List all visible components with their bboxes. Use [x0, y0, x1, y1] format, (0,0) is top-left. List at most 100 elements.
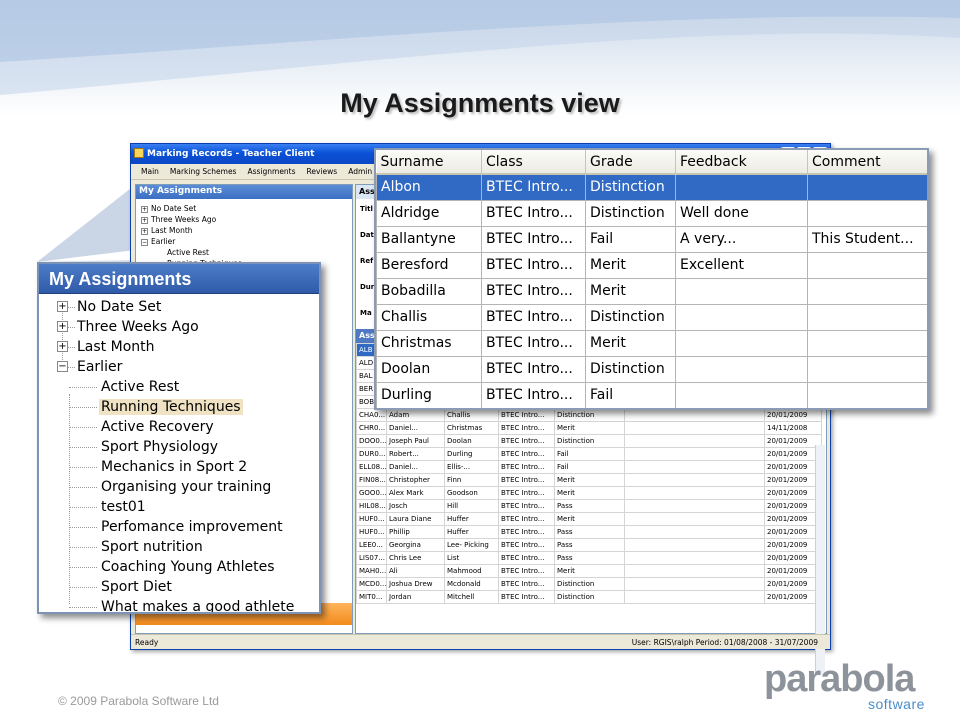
app-icon: [134, 148, 144, 158]
table-cell: Christmas: [444, 421, 499, 435]
status-bar: Ready User: RGIS\ralph Period: 01/08/200…: [131, 634, 830, 649]
tree-node[interactable]: + Last Month: [141, 225, 352, 236]
table-cell: Huffer: [444, 512, 499, 526]
tree-node-label: Earlier: [77, 359, 123, 375]
table-cell: Christopher: [386, 473, 445, 487]
tree-leaf-item[interactable]: Organising your training: [39, 477, 319, 497]
table-row[interactable]: HIL08... Josch Hill BTEC Intro... Pass 20/01/…: [356, 499, 822, 513]
table-cell: Distinction: [554, 434, 625, 448]
table-row[interactable]: LEE0... Georgina Lee- Picking BTEC Intro...…: [356, 538, 822, 552]
table-cell: BTEC Intro...: [498, 551, 555, 565]
grid-row[interactable]: Durling BTEC Intro... Fail: [376, 381, 927, 408]
table-cell: LIS07...: [356, 551, 387, 565]
tree-leaf-item[interactable]: Perfomance improvement: [39, 517, 319, 537]
table-cell: [624, 525, 765, 539]
menu-marking-schemes[interactable]: Marking Schemes: [170, 167, 237, 179]
grid-cell: [807, 199, 927, 227]
table-row[interactable]: DUR0... Robert... Durling BTEC Intro... Fail…: [356, 447, 822, 461]
table-cell: ELL08...: [356, 460, 387, 474]
tree-leaf-label: Organising your training: [101, 479, 272, 495]
grid-row[interactable]: Bobadilla BTEC Intro... Merit: [376, 277, 927, 305]
grid-cell: [675, 173, 808, 201]
menu-assignments[interactable]: Assignments: [247, 167, 295, 179]
expand-icon[interactable]: +: [57, 341, 68, 352]
table-cell: Merit: [554, 512, 625, 526]
tree-node-last-month[interactable]: + Last Month: [39, 337, 319, 357]
table-cell: Hill: [444, 499, 499, 513]
grid-row[interactable]: Challis BTEC Intro... Distinction: [376, 303, 927, 331]
tree-node[interactable]: + No Date Set: [141, 203, 352, 214]
table-cell: FIN08...: [356, 473, 387, 487]
menu-main[interactable]: Main: [141, 167, 159, 179]
table-cell: Daniel...: [386, 460, 445, 474]
table-cell: CHA0...: [356, 408, 387, 422]
tree-leaf[interactable]: Active Rest: [141, 247, 352, 258]
tree-leaf-item[interactable]: Sport Physiology: [39, 437, 319, 457]
tree-leaf-item[interactable]: What makes a good athlete: [39, 597, 319, 612]
table-cell: BTEC Intro...: [498, 460, 555, 474]
grid-cell: Challis: [376, 303, 482, 331]
grid-cell: Distinction: [585, 199, 676, 227]
grid-cell: BTEC Intro...: [481, 199, 586, 227]
table-row[interactable]: FIN08... Christopher Finn BTEC Intro... Meri…: [356, 473, 822, 487]
tree-leaf-item[interactable]: Active Recovery: [39, 417, 319, 437]
collapse-icon[interactable]: −: [141, 239, 148, 246]
table-cell: 20/01/2009: [764, 486, 822, 500]
grid-row[interactable]: Beresford BTEC Intro... Merit Excellent: [376, 251, 927, 279]
grid-row[interactable]: Doolan BTEC Intro... Distinction: [376, 355, 927, 383]
tree-leaf-item[interactable]: test01: [39, 497, 319, 517]
expand-icon[interactable]: +: [141, 217, 148, 224]
column-header-feedback[interactable]: Feedback: [675, 150, 808, 175]
grid-row[interactable]: Ballantyne BTEC Intro... Fail A very... This…: [376, 225, 927, 253]
table-row[interactable]: CHR0... Daniel... Christmas BTEC Intro... Me…: [356, 421, 822, 435]
menu-reviews[interactable]: Reviews: [307, 167, 338, 179]
table-row[interactable]: ELL08... Daniel... Ellis-... BTEC Intro... F…: [356, 460, 822, 474]
expand-icon[interactable]: +: [57, 321, 68, 332]
column-header-comment[interactable]: Comment: [807, 150, 927, 175]
window-title: Marking Records - Teacher Client: [147, 149, 315, 159]
table-cell: Goodson: [444, 486, 499, 500]
table-row[interactable]: DOO0... Joseph Paul Doolan BTEC Intro... Dis…: [356, 434, 822, 448]
tree-leaf-item[interactable]: Mechanics in Sport 2: [39, 457, 319, 477]
collapse-icon[interactable]: −: [57, 361, 68, 372]
table-row[interactable]: HUF0... Phillip Huffer BTEC Intro... Pass 20/…: [356, 525, 822, 539]
expand-icon[interactable]: +: [141, 206, 148, 213]
grid-row[interactable]: Albon BTEC Intro... Distinction: [376, 173, 927, 201]
tree-node-earlier[interactable]: − Earlier: [39, 357, 319, 377]
table-row[interactable]: GOO0... Alex Mark Goodson BTEC Intro... Meri…: [356, 486, 822, 500]
column-header-surname[interactable]: Surname: [376, 150, 482, 175]
table-cell: Joseph Paul: [386, 434, 445, 448]
table-cell: BTEC Intro...: [498, 512, 555, 526]
table-row[interactable]: MAH0... Ali Mahmood BTEC Intro... Merit 20/01…: [356, 564, 822, 578]
tree-leaf-item[interactable]: Running Techniques: [39, 397, 319, 417]
tree-leaf-item[interactable]: Sport nutrition: [39, 537, 319, 557]
table-cell: Merit: [554, 473, 625, 487]
tree-node[interactable]: + Three Weeks Ago: [141, 214, 352, 225]
table-row[interactable]: HUF0... Laura Diane Huffer BTEC Intro... Mer…: [356, 512, 822, 526]
grid-cell: Bobadilla: [376, 277, 482, 305]
table-cell: 20/01/2009: [764, 499, 822, 513]
menu-admin[interactable]: Admin: [348, 167, 372, 179]
table-row[interactable]: MIT0... Jordan Mitchell BTEC Intro... Distin…: [356, 590, 822, 604]
expand-icon[interactable]: +: [57, 301, 68, 312]
tree-node[interactable]: − Earlier: [141, 236, 352, 247]
tree-node-no-date-set[interactable]: + No Date Set: [39, 297, 319, 317]
column-header-grade[interactable]: Grade: [585, 150, 676, 175]
table-row[interactable]: CHA0... Adam Challis BTEC Intro... Distincti…: [356, 408, 822, 422]
table-cell: Finn: [444, 473, 499, 487]
slide-title: My Assignments view: [340, 88, 620, 118]
tree-node-three-weeks-ago[interactable]: + Three Weeks Ago: [39, 317, 319, 337]
grid-row[interactable]: Christmas BTEC Intro... Merit: [376, 329, 927, 357]
tree-leaf-item[interactable]: Coaching Young Athletes: [39, 557, 319, 577]
grid-cell: This Student...: [807, 225, 927, 253]
column-header-class[interactable]: Class: [481, 150, 586, 175]
grid-cell: [807, 303, 927, 331]
table-cell: Alex Mark: [386, 486, 445, 500]
table-cell: Merit: [554, 564, 625, 578]
expand-icon[interactable]: +: [141, 228, 148, 235]
tree-leaf-item[interactable]: Active Rest: [39, 377, 319, 397]
table-row[interactable]: LIS07... Chris Lee List BTEC Intro... Pass 20…: [356, 551, 822, 565]
grid-row[interactable]: Aldridge BTEC Intro... Distinction Well don…: [376, 199, 927, 227]
table-row[interactable]: MCD0... Joshua Drew Mcdonald BTEC Intro... D…: [356, 577, 822, 591]
tree-leaf-item[interactable]: Sport Diet: [39, 577, 319, 597]
